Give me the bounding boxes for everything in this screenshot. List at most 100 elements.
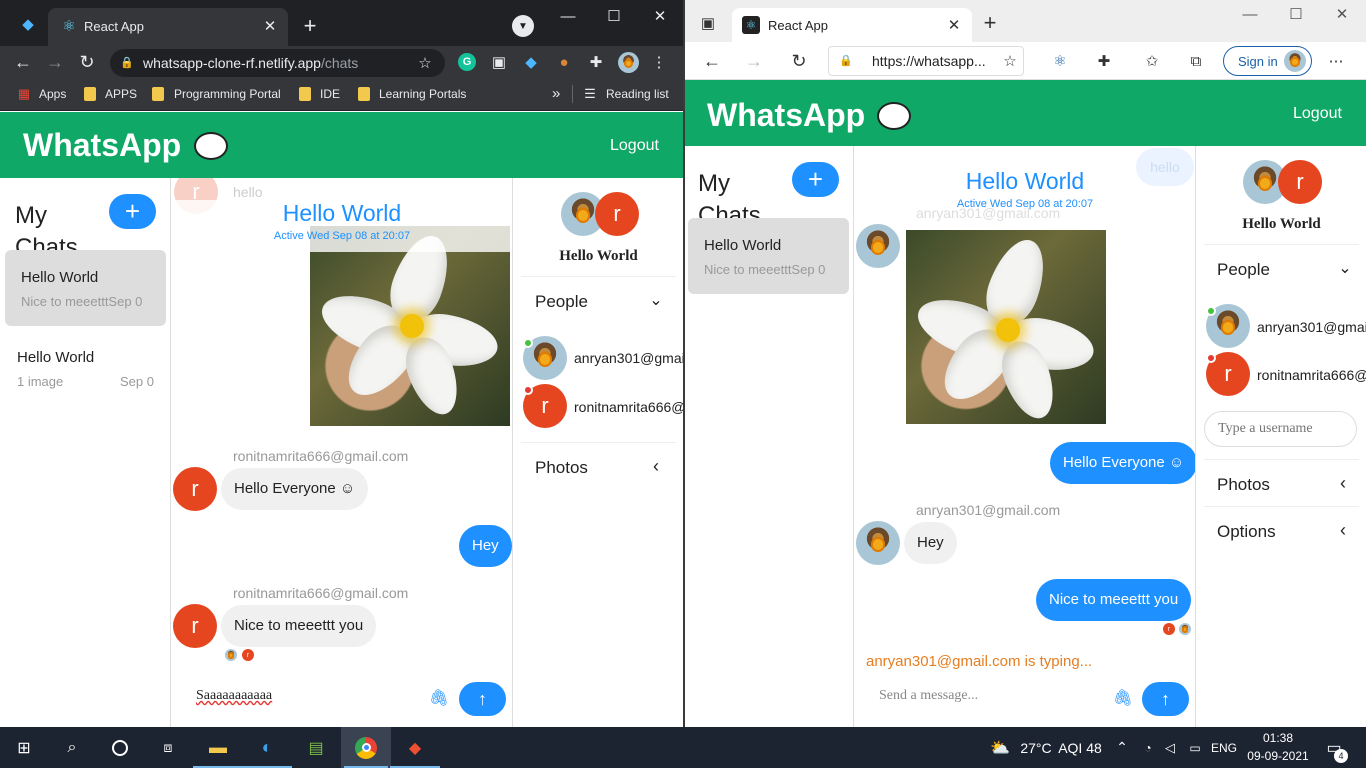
message-bubble[interactable]: Hey <box>904 522 957 564</box>
favorites-icon[interactable]: ✩ <box>1143 52 1161 70</box>
battery-icon[interactable]: ▭ <box>1184 727 1206 768</box>
extensions-puzzle-icon[interactable]: ✚ <box>587 53 605 71</box>
message-input[interactable]: Saaaaaaaaaaa <box>196 688 272 704</box>
new-chat-button[interactable]: + <box>792 162 839 197</box>
more-bookmarks[interactable]: » <box>552 85 560 102</box>
typing-indicator: anryan301@gmail.com is typing... <box>866 653 1093 670</box>
profile-avatar[interactable] <box>618 52 639 73</box>
new-chat-button[interactable]: + <box>109 194 156 229</box>
new-tab-icon[interactable]: + <box>298 13 322 38</box>
file-explorer-icon[interactable]: ▬ <box>194 727 242 768</box>
flower-image[interactable] <box>310 226 510 426</box>
chevron-up-icon[interactable]: ⌃ <box>1112 727 1132 768</box>
tab-search-icon[interactable]: ▼ <box>512 15 534 37</box>
forward-icon[interactable]: → <box>743 50 765 72</box>
clock-date[interactable]: 09-09-2021 <box>1247 749 1309 763</box>
address-bar[interactable]: 🔒 https://whatsapp... <box>828 46 1024 76</box>
bookmark-apps-folder[interactable]: APPS <box>105 87 137 101</box>
message-bubble[interactable]: Nice to meeettt you <box>221 605 377 647</box>
online-indicator <box>1206 306 1216 316</box>
chrome-icon[interactable] <box>341 727 391 768</box>
windows-start-icon[interactable]: ⊞ <box>0 727 48 768</box>
message-input[interactable]: Send a message... <box>879 688 978 704</box>
tab-close-icon[interactable]: ✕ <box>260 16 280 36</box>
sender-avatar: r <box>173 467 217 511</box>
message-bubble-own[interactable]: Nice to meeettt you <box>1036 579 1192 621</box>
extensions-icon[interactable]: ✚ <box>1095 52 1113 70</box>
chat-card-title: Hello World <box>17 349 95 366</box>
close-window-icon[interactable]: ✕ <box>1331 4 1353 24</box>
bookmark-programming[interactable]: Programming Portal <box>174 87 281 101</box>
chat-card-active[interactable]: Hello World Nice to meeetttSep 0 <box>688 218 849 294</box>
logout-button[interactable]: Logout <box>1293 105 1342 123</box>
edge-tab[interactable]: ⚛ React App ✕ <box>732 8 972 42</box>
bookmark-ide[interactable]: IDE <box>320 87 340 101</box>
maximize-icon[interactable]: ☐ <box>1285 4 1307 24</box>
weather-icon[interactable]: ⛅ <box>986 727 1014 768</box>
wifi-icon[interactable]: ◔ <box>1138 727 1158 768</box>
star-icon[interactable]: ☆ <box>416 54 434 72</box>
attach-icon[interactable]: 🖇 <box>1113 688 1133 708</box>
address-bar[interactable]: 🔒 whatsapp-clone-rf.netlify.app/chats ☆ <box>110 49 445 77</box>
message-bubble[interactable]: Hello Everyone ☺ <box>221 468 369 510</box>
minimize-icon[interactable]: — <box>1239 4 1261 24</box>
maximize-icon[interactable]: ☐ <box>602 6 626 26</box>
task-view-icon[interactable]: ⧈ <box>144 727 192 768</box>
menu-kebab-icon[interactable]: ⋮ <box>650 53 668 71</box>
photos-section-header[interactable]: Photos ‹ <box>521 444 676 490</box>
chrome-titlebar: ◆ ⚛ React App ✕ + ▼ — ☐ ✕ <box>0 0 683 46</box>
clock-time[interactable]: 01:38 <box>1247 731 1309 745</box>
chrome-tab[interactable]: ⚛ React App ✕ <box>48 8 288 46</box>
tab-actions-icon[interactable]: ▣ <box>699 14 717 32</box>
cookie-icon[interactable]: ● <box>555 53 573 71</box>
reading-list[interactable]: Reading list <box>606 87 669 101</box>
options-section-header[interactable]: Options ‹ <box>1204 508 1359 554</box>
favorite-add-icon[interactable]: ☆ <box>1001 52 1019 70</box>
notepad-icon[interactable]: ▤ <box>292 727 340 768</box>
people-section-header[interactable]: People ⌄ <box>521 278 676 324</box>
message-sender: anryan301@gmail.com <box>916 502 1061 518</box>
git-icon[interactable]: ◆ <box>391 727 439 768</box>
offline-indicator <box>1206 353 1216 363</box>
flower-image[interactable] <box>906 230 1106 424</box>
chat-card[interactable]: Hello World 1 image Sep 0 <box>5 338 166 408</box>
people-label: People <box>535 292 588 311</box>
camera-icon[interactable]: ▣ <box>490 53 508 71</box>
message-bubble-own[interactable]: Hello Everyone ☺ <box>1050 442 1196 484</box>
bookmark-learning[interactable]: Learning Portals <box>379 87 466 101</box>
search-icon[interactable]: ⌕ <box>48 727 96 768</box>
send-button[interactable]: ↑ <box>459 682 506 716</box>
close-window-icon[interactable]: ✕ <box>648 6 672 26</box>
attach-icon[interactable]: 🖇 <box>429 688 449 708</box>
logout-button[interactable]: Logout <box>610 137 659 155</box>
grammarly-icon[interactable]: G <box>458 53 476 71</box>
react-devtools-icon[interactable]: ⚛ <box>1051 52 1069 70</box>
weather-temp[interactable]: 27°C <box>1018 727 1054 768</box>
username-input[interactable] <box>1204 411 1357 447</box>
language-indicator[interactable]: ENG <box>1208 727 1240 768</box>
profile-diamond-icon[interactable]: ◆ <box>18 14 38 34</box>
cortana-icon[interactable] <box>96 727 144 768</box>
edge-icon[interactable]: ◐ <box>243 727 291 768</box>
back-icon[interactable]: ← <box>12 51 34 73</box>
weather-aqi[interactable]: AQI 48 <box>1056 727 1104 768</box>
volume-icon[interactable]: ◁ <box>1160 727 1180 768</box>
taskbar: ⊞ ⌕ ⧈ ▬ ◐ ▤ ◆ ⛅ 27°C AQI 48 ⌃ ◔ ◁ ▭ ENG … <box>0 727 1366 768</box>
more-icon[interactable]: ⋯ <box>1327 52 1345 70</box>
send-button[interactable]: ↑ <box>1142 682 1189 716</box>
tab-close-icon[interactable]: ✕ <box>944 15 964 35</box>
minimize-icon[interactable]: — <box>556 6 580 26</box>
new-tab-icon[interactable]: + <box>979 10 1001 35</box>
back-icon[interactable]: ← <box>701 50 723 72</box>
sign-in-button[interactable]: Sign in <box>1223 46 1312 76</box>
collections-icon[interactable]: ⧉ <box>1187 52 1205 70</box>
bookmark-apps[interactable]: Apps <box>39 87 66 101</box>
photos-section-header[interactable]: Photos ‹ <box>1204 461 1359 507</box>
chat-card-active[interactable]: Hello World Nice to meeetttSep 0 <box>5 250 166 326</box>
reload-icon[interactable]: ↻ <box>76 51 98 73</box>
message-bubble-own[interactable]: Hey <box>459 525 512 567</box>
extension-diamond-icon[interactable]: ◆ <box>522 53 540 71</box>
people-section-header[interactable]: People ⌄ <box>1204 246 1359 292</box>
reload-icon[interactable]: ↻ <box>788 50 810 72</box>
forward-icon[interactable]: → <box>44 51 66 73</box>
